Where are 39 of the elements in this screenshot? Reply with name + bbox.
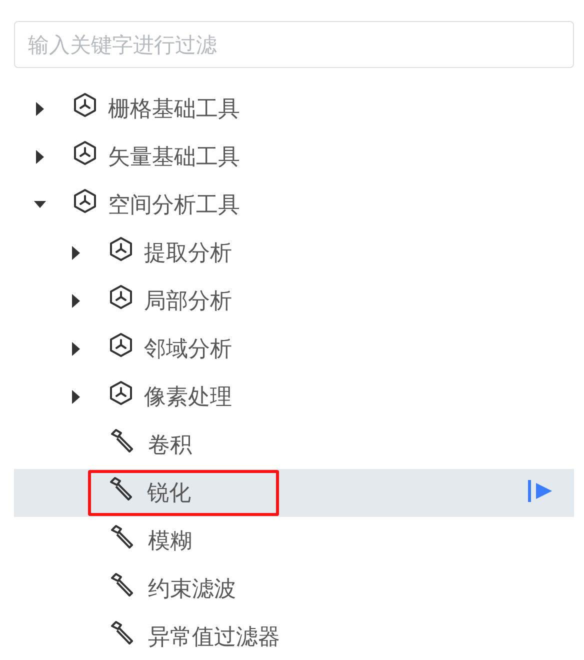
expand-caret-icon[interactable] [70,246,82,260]
tree-label: 矢量基础工具 [108,144,240,172]
tree-label: 局部分析 [144,288,232,316]
cube-icon [108,380,134,406]
expand-caret-icon[interactable] [34,150,46,164]
tree-label: 邻域分析 [144,336,232,364]
expand-caret-icon[interactable] [70,342,82,356]
tree-label: 空间分析工具 [108,192,240,220]
tree-row[interactable]: 矢量基础工具 [14,133,574,181]
cube-icon [108,236,134,262]
cube-icon [72,92,98,118]
tree-label: 提取分析 [144,240,232,268]
tree-label: 栅格基础工具 [108,96,240,124]
tree-label: 像素处理 [144,384,232,412]
tree-label: 卷积 [148,432,192,460]
tree-label: 模糊 [148,528,192,556]
expand-caret-icon[interactable] [70,294,82,308]
tree-row[interactable]: 栅格基础工具 [14,85,574,133]
tree-label: 约束滤波 [148,576,236,604]
tree-row[interactable]: 邻域分析 [14,325,574,373]
expand-caret-icon[interactable] [70,390,82,404]
cube-icon [72,188,98,214]
expand-caret-icon[interactable] [34,102,46,116]
tree-row[interactable]: 卷积 [14,421,574,469]
tree-label: 异常值过滤器 [148,624,280,652]
tree-label: 锐化 [147,480,191,508]
tree-row[interactable]: 局部分析 [14,277,574,325]
tree-row[interactable]: 提取分析 [14,229,574,277]
cube-icon [108,284,134,310]
run-icon[interactable] [526,477,554,505]
search-field[interactable]: 输入关键字进行过滤 [14,21,574,68]
tree-row[interactable]: 锐化 [14,469,574,517]
tree-row[interactable]: 异常值过滤器 [14,613,574,660]
tree-row[interactable]: 空间分析工具 [14,181,574,229]
cube-icon [108,332,134,358]
tree-row[interactable]: 约束滤波 [14,565,574,613]
cube-icon [72,140,98,166]
tree-row[interactable]: 模糊 [14,517,574,565]
tree-row[interactable]: 像素处理 [14,373,574,421]
